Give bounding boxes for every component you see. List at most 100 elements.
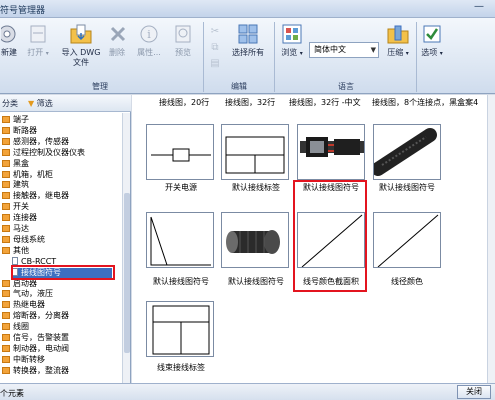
filter-icon: ▼ [28, 99, 35, 108]
tree-item-label: 熔断器，分离器 [13, 311, 69, 321]
tree-item[interactable]: 气动，液压 [2, 289, 53, 299]
tree-item[interactable]: 机箱，机柜 [2, 170, 53, 180]
browse-icon [280, 22, 304, 46]
tree-item[interactable]: 制动器，电动阀 [2, 344, 69, 354]
svg-text:i: i [147, 28, 151, 41]
tree-item-label: 其他 [13, 245, 29, 255]
tree-item-label: 接线图符号 [21, 267, 61, 277]
compress-button[interactable]: 压缩 ▾ [384, 22, 412, 59]
preview-button[interactable]: 预览 [170, 22, 196, 58]
tree-item[interactable]: 断路器 [2, 126, 37, 136]
symbol-cell[interactable] [146, 212, 214, 268]
tab-filter-label: 筛选 [36, 99, 53, 108]
tree-item-label: 黑盒 [13, 158, 29, 168]
title-bar: 符号管理器 — [0, 0, 495, 18]
symbol-caption: 默认接线标签 [232, 183, 280, 192]
language-select[interactable]: 简体中文 ▼ [309, 42, 379, 58]
category-panel: 分类 ▼ 筛选 端子断路器 感测器，传感器 过程控制及仪器仪表 黑盒 机箱，机柜 建筑 接触… [0, 95, 131, 383]
folder-icon [2, 192, 10, 200]
status-bar: 个元素 关闭 [0, 383, 495, 400]
delete-button[interactable]: 删除 [106, 22, 128, 58]
tree-item[interactable]: 启动器 [2, 279, 37, 289]
folder-icon [2, 312, 10, 320]
symbol-cell[interactable] [221, 212, 289, 268]
tree-item[interactable]: 转换器，整流器 [2, 366, 69, 376]
new-button[interactable]: 新建 [0, 22, 18, 58]
symbol-cell[interactable] [297, 124, 365, 180]
tree-item[interactable]: 马达 [2, 224, 29, 234]
tree-item[interactable]: 热继电器 [2, 300, 45, 310]
symbol-caption: 默认接线图符号 [153, 277, 209, 286]
default-wiring-label-icon [225, 136, 285, 174]
top-label: 接线图，20行 [159, 98, 210, 107]
tree-item[interactable]: 线圈 [2, 322, 29, 332]
scrollbar-thumb[interactable] [124, 193, 130, 353]
symbol-cell[interactable] [373, 124, 441, 180]
browse-button[interactable]: 浏览 ▾ [278, 22, 306, 59]
grid-scrollbar[interactable] [487, 95, 495, 383]
symbol-caption: 开关电源 [165, 183, 197, 192]
tree-item[interactable]: 建筑 [2, 180, 29, 190]
symbol-caption: 线束接线标签 [157, 363, 205, 372]
paste-icon[interactable]: ▤ [208, 58, 222, 70]
tree-item-label: 热继电器 [13, 300, 45, 310]
import-dwg-icon [69, 22, 93, 46]
tree-item[interactable]: 母线系统 [2, 235, 45, 245]
tree-item[interactable]: 中断转移 [2, 355, 45, 365]
copy-icon[interactable]: ⧉ [208, 42, 222, 54]
tree-item[interactable]: 开关 [2, 202, 29, 212]
tree-scrollbar[interactable] [122, 113, 130, 383]
group-edit-label: 编辑 [231, 82, 247, 91]
round-connector-photo-icon [226, 230, 280, 254]
symbol-cell[interactable] [221, 124, 289, 180]
tree-item-label: 端子 [13, 115, 29, 124]
folder-icon [2, 323, 10, 331]
minimize-button[interactable]: — [471, 2, 487, 15]
group-manage-label: 管理 [92, 82, 108, 91]
symbol-cell[interactable] [373, 212, 441, 268]
open-button[interactable]: 打开 ▾ [24, 22, 52, 59]
tree-item[interactable]: 感测器，传感器 [2, 137, 69, 147]
tree-item[interactable]: 接线图符号 [12, 267, 112, 278]
properties-icon: i [137, 22, 161, 46]
symbol-cell[interactable] [297, 212, 365, 268]
folder-icon [2, 344, 10, 352]
folder-icon [2, 366, 10, 374]
tree-item[interactable]: CB-RCCT [12, 256, 56, 267]
wire-diameter-color-icon [377, 214, 439, 267]
cable-connector-photo-icon [300, 137, 364, 157]
select-all-button[interactable]: 选择所有 [226, 22, 270, 58]
open-label: 打开 [27, 48, 44, 57]
properties-button[interactable]: i 属性... [134, 22, 164, 58]
folder-icon [2, 116, 10, 123]
panel-tabs: 分类 ▼ 筛选 [0, 95, 131, 112]
options-button[interactable]: 选项 ▾ [418, 22, 446, 59]
tree-item[interactable]: 端子 [2, 115, 29, 125]
tree-item-label: 机箱，机柜 [13, 169, 53, 179]
folder-icon [2, 159, 10, 167]
tree-item-label: 过程控制及仪器仪表 [13, 147, 85, 157]
tree-item[interactable]: 连接器 [2, 213, 37, 223]
tree-item[interactable]: 其他 [2, 246, 29, 256]
group-language-label: 语言 [338, 82, 354, 91]
category-tree: 端子断路器 感测器，传感器 过程控制及仪器仪表 黑盒 机箱，机柜 建筑 接触器，继电器 开关连… [0, 113, 124, 383]
group-separator [274, 22, 275, 92]
new-label: 新建 [1, 48, 17, 57]
tree-item[interactable]: 黑盒 [2, 159, 29, 169]
document-icon [12, 256, 18, 265]
tree-item[interactable]: 接触器，继电器 [2, 191, 69, 201]
symbol-caption: 线径颜色 [391, 277, 423, 286]
tree-item-label: 气动，液压 [13, 289, 53, 299]
tab-filter[interactable]: ▼ 筛选 [26, 97, 66, 110]
symbol-cell[interactable] [146, 124, 214, 180]
switch-power-symbol-icon [151, 148, 211, 162]
import-dwg-button[interactable]: 导入 DWG 文件 [56, 22, 106, 68]
tree-item[interactable]: 过程控制及仪器仪表 [2, 148, 85, 158]
cut-icon[interactable]: ✂ [208, 26, 222, 38]
tree-item-label: 马达 [13, 224, 29, 233]
close-button[interactable]: 关闭 [457, 385, 491, 399]
tree-item[interactable]: 信号，告警装置 [2, 333, 69, 343]
tree-item[interactable]: 熔断器，分离器 [2, 311, 69, 321]
symbol-cell[interactable] [146, 301, 214, 357]
browse-label: 浏览 [281, 48, 298, 57]
